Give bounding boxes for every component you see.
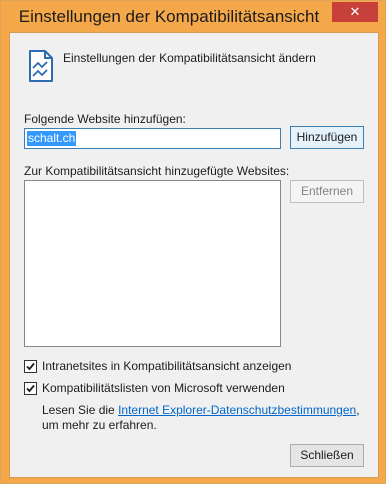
websites-listbox[interactable] [24,180,281,347]
privacy-link[interactable]: Internet Explorer-Datenschutzbestimmunge… [118,403,356,417]
checkmark-icon [26,384,35,393]
checkmark-icon [26,362,35,371]
microsoft-lists-checkbox[interactable] [24,382,37,395]
microsoft-lists-checkbox-label[interactable]: Kompatibilitätslisten von Microsoft verw… [42,381,285,395]
website-input-value: schalt.ch [27,131,77,146]
window-title: Einstellungen der Kompatibilitätsansicht [18,7,320,26]
privacy-info-text: Lesen Sie die Internet Explorer-Datensch… [42,403,372,433]
info-prefix: Lesen Sie die [42,403,119,417]
intranet-checkbox[interactable] [24,360,37,373]
intranet-checkbox-label[interactable]: Intranetsites in Kompatibilitätsansicht … [42,359,291,373]
close-button[interactable]: Schließen [290,444,364,467]
header-description: Einstellungen der Kompatibilitätsansicht… [63,51,316,65]
dialog-content: Einstellungen der Kompatibilitätsansicht… [9,32,379,478]
close-window-button[interactable]: ✕ [332,2,378,22]
close-icon: ✕ [349,4,361,19]
website-input[interactable]: schalt.ch [24,128,281,149]
dialog-window: Einstellungen der Kompatibilitätsansicht… [0,0,386,484]
remove-button[interactable]: Entfernen [290,180,364,203]
add-button[interactable]: Hinzufügen [290,126,364,149]
compatibility-view-icon [29,50,53,82]
add-site-label: Folgende Website hinzufügen: [24,112,186,126]
sites-list-label: Zur Kompatibilitätsansicht hinzugefügte … [24,164,290,178]
title-bar[interactable]: Einstellungen der Kompatibilitätsansicht… [1,1,385,33]
